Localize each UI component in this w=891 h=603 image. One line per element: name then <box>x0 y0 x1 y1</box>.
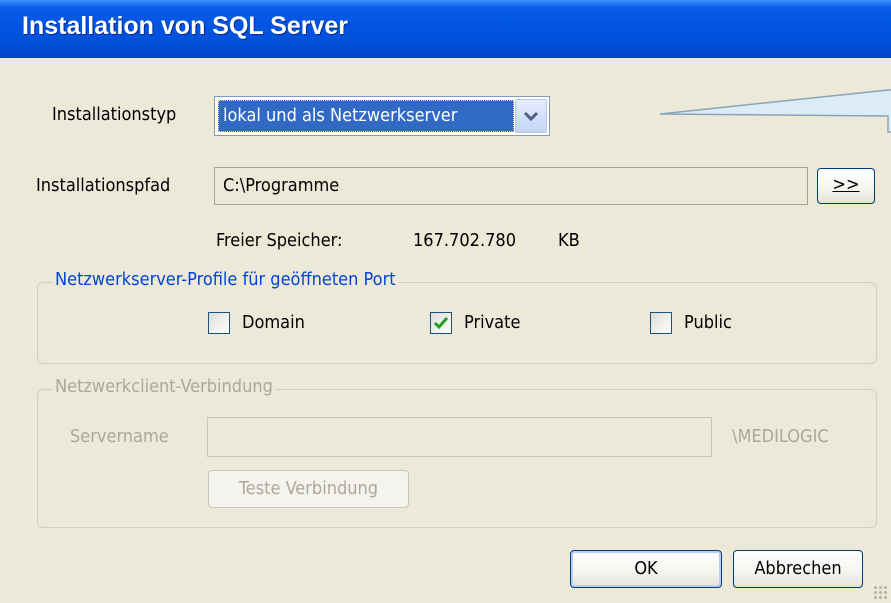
private-checkbox[interactable] <box>430 312 452 334</box>
cancel-button[interactable]: Abbrechen <box>733 550 863 588</box>
install-type-label: Installationstyp <box>52 104 177 125</box>
title-bar[interactable]: Installation von SQL Server <box>0 0 891 58</box>
private-label[interactable]: Private <box>464 312 520 333</box>
chevron-down-icon <box>523 111 539 122</box>
browse-button-label: >> <box>832 174 860 195</box>
install-path-field[interactable]: C:\Programme <box>214 167 808 205</box>
install-path-label: Installationspfad <box>36 175 171 196</box>
resize-grip-icon[interactable] <box>873 585 887 599</box>
domain-checkbox[interactable] <box>208 312 230 334</box>
ok-button-label: OK <box>634 558 658 579</box>
test-connection-button-label: Teste Verbindung <box>238 478 379 499</box>
public-label[interactable]: Public <box>684 312 732 333</box>
free-space-label: Freier Speicher: <box>216 230 343 251</box>
browse-button[interactable]: >> <box>817 168 875 204</box>
window-title: Installation von SQL Server <box>22 12 349 40</box>
free-space-value: 167.702.780 <box>413 230 516 251</box>
test-connection-button[interactable]: Teste Verbindung <box>208 470 409 508</box>
server-name-label: Servername <box>70 426 169 447</box>
dropdown-arrow-button[interactable] <box>515 99 547 133</box>
server-profiles-group <box>37 282 877 364</box>
public-checkbox[interactable] <box>650 312 672 334</box>
install-type-dropdown[interactable]: lokal und als Netzwerkserver <box>214 96 550 136</box>
checkmark-icon <box>433 317 449 330</box>
instance-suffix-label: \MEDILOGIC <box>732 426 829 447</box>
callout-balloon <box>660 89 891 133</box>
client-connection-legend: Netzwerkclient-Verbindung <box>53 376 275 397</box>
install-type-selected-value: lokal und als Netzwerkserver <box>218 100 514 132</box>
cancel-button-label: Abbrechen <box>754 558 842 579</box>
server-profiles-legend: Netzwerkserver-Profile für geöffneten Po… <box>53 269 398 290</box>
domain-label[interactable]: Domain <box>242 312 305 333</box>
free-space-unit: KB <box>558 230 580 251</box>
server-name-field[interactable] <box>207 417 712 457</box>
client-connection-group <box>37 389 877 528</box>
installation-dialog: Installation von SQL Server Installation… <box>0 0 891 603</box>
ok-button[interactable]: OK <box>570 550 722 588</box>
